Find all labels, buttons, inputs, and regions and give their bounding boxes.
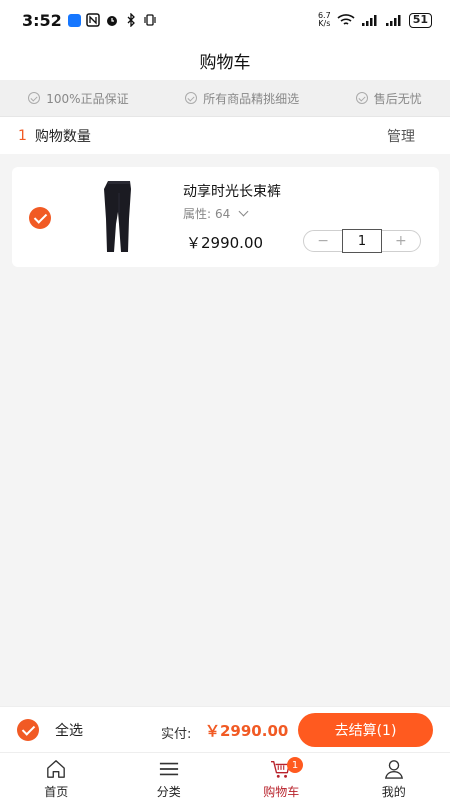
- app-icon: [67, 13, 81, 27]
- cart-count-row: 1 购物数量 管理: [0, 117, 450, 154]
- checkout-bar: 全选 实付: ￥2990.00 去结算(1): [0, 706, 450, 752]
- check-circle-icon: [355, 92, 368, 104]
- vibrate-icon: [144, 14, 156, 26]
- guarantee-item: 售后无忧: [355, 90, 422, 107]
- battery-icon: 51: [408, 12, 432, 28]
- home-icon: [47, 760, 66, 778]
- checkout-button[interactable]: 去结算(1): [298, 713, 433, 747]
- tab-home[interactable]: 首页: [0, 753, 113, 800]
- quantity-input[interactable]: 1: [342, 229, 382, 253]
- page-title-bar: 购物车: [0, 40, 450, 80]
- manage-button[interactable]: 管理: [387, 126, 415, 146]
- product-price: ￥2990.00: [186, 234, 264, 252]
- cart-badge: 1: [287, 757, 303, 773]
- user-icon: [384, 760, 403, 779]
- guarantee-item: 100%正品保证: [28, 90, 129, 107]
- paid-amount: ￥2990.00: [205, 722, 289, 740]
- page-title: 购物车: [199, 52, 251, 73]
- status-time: 3:52: [22, 10, 62, 30]
- increase-button[interactable]: +: [382, 231, 420, 251]
- tab-label: 首页: [44, 785, 69, 799]
- guarantee-item: 所有商品精挑细选: [185, 90, 299, 107]
- select-all-checkbox[interactable]: [17, 719, 39, 741]
- cart-item: 动享时光长束裤 属性: 64 ￥2990.00 − 1 +: [12, 167, 439, 267]
- chevron-down-icon: [238, 206, 249, 217]
- tab-label: 分类: [156, 785, 181, 799]
- signal-icon: [361, 15, 377, 26]
- check-circle-icon: [185, 92, 198, 104]
- item-checkbox[interactable]: [29, 207, 51, 229]
- signal-icon: [385, 15, 401, 26]
- select-all-label[interactable]: 全选: [55, 720, 83, 740]
- status-bar: 3:52 6.7 K/s 51: [0, 0, 450, 40]
- paid-label: 实付:: [161, 727, 192, 742]
- product-image[interactable]: [84, 179, 154, 255]
- check-circle-icon: [28, 92, 41, 104]
- bottom-tab-bar: 首页 分类 1 购物车 我的: [0, 752, 450, 800]
- alarm-icon: [106, 16, 117, 26]
- quantity-stepper: − 1 +: [303, 229, 421, 253]
- guarantee-bar: 100%正品保证 所有商品精挑细选 售后无忧: [0, 80, 450, 117]
- product-attribute[interactable]: 属性: 64: [183, 205, 249, 222]
- tab-category[interactable]: 分类: [113, 753, 226, 800]
- tab-cart[interactable]: 1 购物车: [225, 753, 338, 800]
- network-speed: 6.7 K/s: [317, 11, 331, 28]
- tab-label: 购物车: [263, 785, 300, 799]
- cart-count-label: 购物数量: [34, 128, 91, 145]
- nfc-icon: [86, 13, 100, 27]
- decrease-button[interactable]: −: [304, 231, 342, 251]
- tab-mine[interactable]: 我的: [338, 753, 450, 800]
- menu-icon: [159, 762, 178, 776]
- cart-count: 1: [18, 127, 27, 144]
- product-title[interactable]: 动享时光长束裤: [183, 181, 281, 201]
- tab-label: 我的: [381, 785, 406, 799]
- wifi-icon: [337, 14, 355, 25]
- bluetooth-icon: [127, 13, 135, 27]
